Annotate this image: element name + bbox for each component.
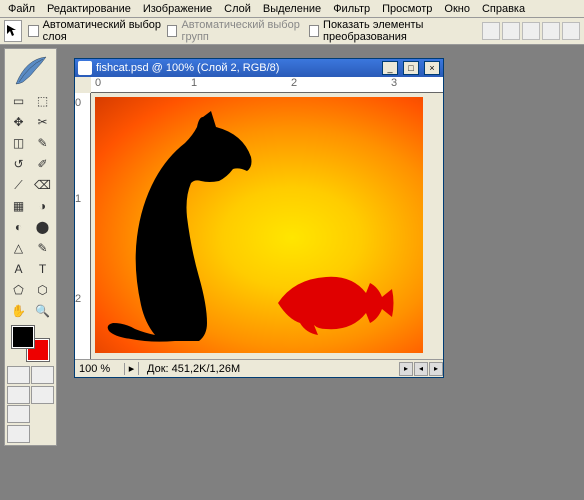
move-tool[interactable]: ⬚: [31, 91, 54, 111]
blur-tool[interactable]: ◐: [7, 217, 30, 237]
text-tool[interactable]: T: [31, 259, 54, 279]
options-bar: Автоматический выбор слоя Автоматический…: [0, 18, 584, 45]
cat-silhouette: [103, 109, 273, 351]
align-btn[interactable]: [482, 22, 500, 40]
path-tool[interactable]: △: [7, 238, 30, 258]
status-bar: 100 % ▸ Док: 451,2K/1,26M ▸◂▸: [75, 359, 443, 377]
menu-edit[interactable]: Редактирование: [41, 1, 137, 17]
screenmode-row: [7, 386, 54, 423]
notes-tool[interactable]: ⬡: [31, 280, 54, 300]
quickmask-mode-icon[interactable]: [31, 366, 54, 384]
jump-to-icon[interactable]: [7, 425, 30, 443]
move-tool-icon[interactable]: [4, 20, 22, 42]
toolbox: ▭ ⬚ ✥ ✂ ◫ ✎ ↺ ✐ ⟋ ⌫ ▦ ◑ ◐ ⬤ △ ✎ A T ⬠ ⬡ …: [4, 48, 57, 446]
shape-tool[interactable]: ⬠: [7, 280, 30, 300]
foreground-color[interactable]: [12, 326, 34, 348]
zoom-level[interactable]: 100 %: [75, 363, 125, 375]
dodge-tool[interactable]: ⬤: [31, 217, 54, 237]
auto-select-group-checkbox: Автоматический выбор групп: [167, 19, 303, 43]
document-icon: [78, 61, 92, 75]
auto-select-layer-checkbox[interactable]: Автоматический выбор слоя: [28, 19, 161, 43]
show-transform-checkbox[interactable]: Показать элементы преобразования: [309, 19, 476, 43]
app-logo-icon: [7, 51, 54, 91]
align-btn[interactable]: [542, 22, 560, 40]
crop-tool[interactable]: ◫: [7, 133, 30, 153]
align-btn[interactable]: [522, 22, 540, 40]
menu-bar: Файл Редактирование Изображение Слой Выд…: [0, 0, 584, 18]
screen-mode-icon[interactable]: [7, 405, 30, 423]
close-button[interactable]: ×: [424, 61, 440, 75]
align-btn[interactable]: [502, 22, 520, 40]
pen-tool[interactable]: ✎: [31, 238, 54, 258]
minimize-button[interactable]: _: [382, 61, 398, 75]
document-window: fishcat.psd @ 100% (Слой 2, RGB/8) _ □ ×…: [74, 58, 444, 378]
tool-grid: ▭ ⬚ ✥ ✂ ◫ ✎ ↺ ✐ ⟋ ⌫ ▦ ◑ ◐ ⬤ △ ✎ A T ⬠ ⬡ …: [7, 91, 54, 321]
menu-help[interactable]: Справка: [476, 1, 531, 17]
heal-tool[interactable]: ↺: [7, 154, 30, 174]
title-bar[interactable]: fishcat.psd @ 100% (Слой 2, RGB/8) _ □ ×: [75, 59, 443, 77]
gradient-tool[interactable]: ◑: [31, 196, 54, 216]
document-title: fishcat.psd @ 100% (Слой 2, RGB/8): [96, 62, 377, 74]
menu-file[interactable]: Файл: [2, 1, 41, 17]
screen-mode-icon[interactable]: [31, 386, 54, 404]
color-swatch: [7, 324, 54, 364]
menu-layer[interactable]: Слой: [218, 1, 257, 17]
zoom-menu-icon[interactable]: ▸: [125, 362, 139, 375]
zoom-tool[interactable]: 🔍: [31, 301, 54, 321]
canvas-area: 0123 012: [75, 77, 443, 359]
menu-select[interactable]: Выделение: [257, 1, 327, 17]
quickmask-row: [7, 366, 54, 384]
marquee-tool[interactable]: ▭: [7, 91, 30, 111]
slice-tool[interactable]: ✎: [31, 133, 54, 153]
canvas[interactable]: [95, 97, 423, 353]
standard-mode-icon[interactable]: [7, 366, 30, 384]
align-btn[interactable]: [562, 22, 580, 40]
lasso-tool[interactable]: ✥: [7, 112, 30, 132]
jump-row: [7, 425, 54, 443]
ruler-vertical: 012: [75, 93, 91, 359]
stamp-tool[interactable]: ⟋: [7, 175, 30, 195]
hand-tool[interactable]: ✋: [7, 301, 30, 321]
menu-view[interactable]: Просмотр: [376, 1, 438, 17]
eraser-tool[interactable]: ▦: [7, 196, 30, 216]
menu-filter[interactable]: Фильтр: [327, 1, 376, 17]
fish-silhouette: [270, 269, 395, 337]
type-tool[interactable]: A: [7, 259, 30, 279]
menu-window[interactable]: Окно: [438, 1, 476, 17]
align-buttons: [482, 22, 580, 40]
ruler-horizontal: 0123: [91, 77, 443, 93]
screen-mode-icon[interactable]: [7, 386, 30, 404]
doc-size: Док: 451,2K/1,26M: [139, 363, 399, 375]
menu-image[interactable]: Изображение: [137, 1, 218, 17]
scrollbar-h[interactable]: ▸◂▸: [399, 362, 443, 376]
maximize-button[interactable]: □: [403, 61, 419, 75]
brush-tool[interactable]: ✐: [31, 154, 54, 174]
wand-tool[interactable]: ✂: [31, 112, 54, 132]
history-tool[interactable]: ⌫: [31, 175, 54, 195]
